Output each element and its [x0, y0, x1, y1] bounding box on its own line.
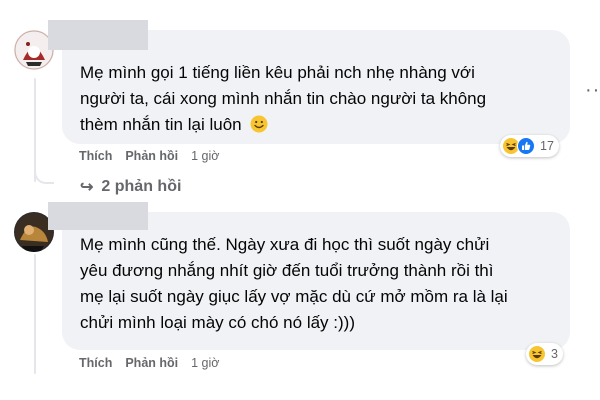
- comment-timestamp[interactable]: 1 giờ: [191, 149, 219, 163]
- thread-line: [34, 78, 36, 182]
- like-icon: [517, 137, 535, 155]
- comment-text-line: Mẹ mình gọi 1 tiếng liền kêu phải nch nh…: [80, 63, 475, 82]
- comment-text-line: thèm nhắn tin lại luôn: [80, 112, 268, 138]
- comment-text-line: người ta, cái xong mình nhắn tin chào ng…: [80, 89, 487, 108]
- like-button[interactable]: Thích: [79, 356, 112, 370]
- thread-connector: [34, 168, 54, 184]
- reaction-summary[interactable]: 3: [526, 343, 563, 365]
- comment-text-fragment: thèm nhắn tin lại luôn: [80, 115, 242, 134]
- thread-line: [34, 254, 36, 374]
- reply-button[interactable]: Phản hồi: [125, 149, 178, 163]
- comment-text-line: Mẹ mình cũng thế. Ngày xưa đi học thì su…: [80, 235, 490, 254]
- reaction-summary[interactable]: 17: [500, 135, 559, 157]
- haha-icon: [528, 345, 546, 363]
- reply-button[interactable]: Phản hồi: [125, 356, 178, 370]
- view-replies-link[interactable]: ↪ 2 phản hồi: [80, 177, 181, 197]
- comment-actions: Thích Phản hồi 1 giờ: [79, 149, 219, 163]
- commenter-name-redacted: [48, 202, 148, 230]
- smiling-face-icon: [250, 115, 268, 133]
- comment-text-line: yêu đương nhắng nhít giờ đến tuổi trưởng…: [80, 261, 494, 280]
- comment-text-line: chửi mình loại mày có chó nó lấy :))): [80, 313, 355, 332]
- commenter-name-redacted: [48, 20, 148, 50]
- comment-text-line: mẹ lại suốt ngày giục lấy vợ mặc dù cứ m…: [80, 287, 508, 306]
- reaction-count: 17: [540, 139, 554, 153]
- replies-count-label: 2 phản hồi: [101, 178, 182, 195]
- more-options-icon[interactable]: ···: [585, 80, 600, 100]
- like-button[interactable]: Thích: [79, 149, 112, 163]
- reaction-count: 3: [551, 347, 558, 361]
- comment-actions: Thích Phản hồi 1 giờ: [79, 356, 219, 370]
- comment-timestamp[interactable]: 1 giờ: [191, 356, 219, 370]
- reply-arrow-icon: ↪: [80, 179, 94, 196]
